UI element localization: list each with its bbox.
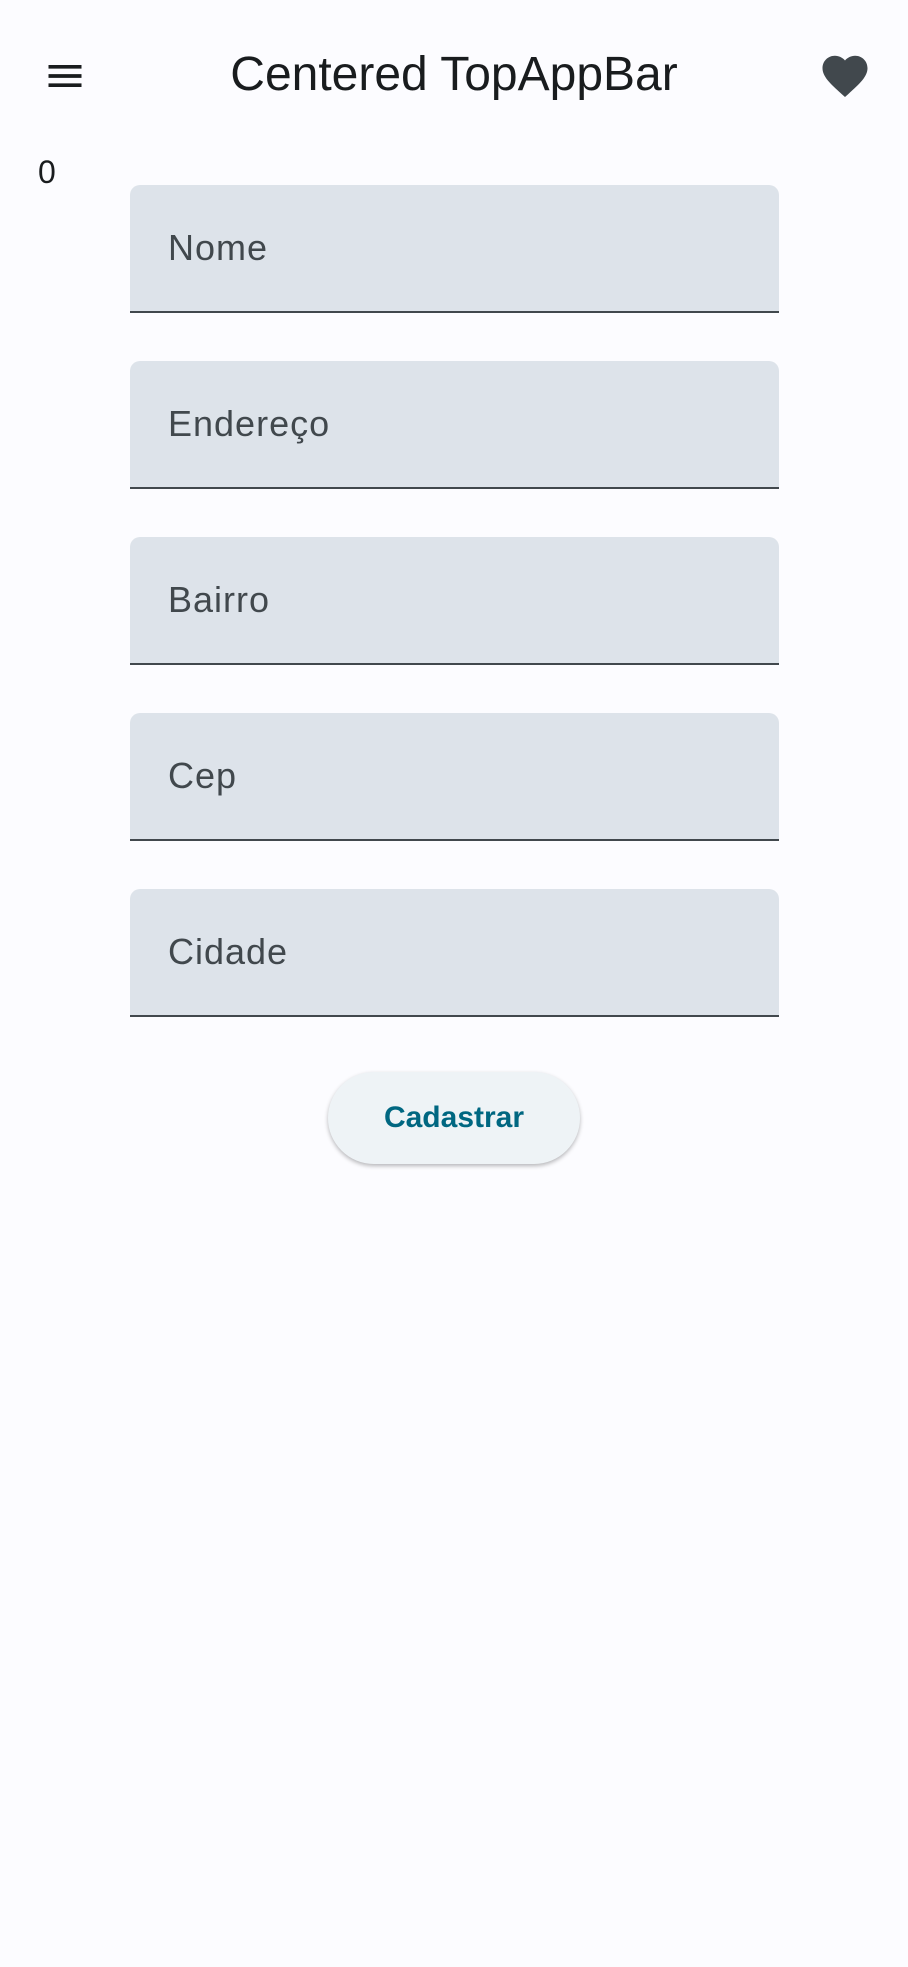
cep-field[interactable]: Cep <box>130 713 779 841</box>
cidade-field[interactable]: Cidade <box>130 889 779 1017</box>
cidade-label: Cidade <box>168 931 289 972</box>
favorite-icon <box>822 55 868 98</box>
bairro-label: Bairro <box>168 579 271 620</box>
favorite-button[interactable] <box>800 36 890 116</box>
screen: Centered TopAppBar 0 Nome Endereço Bairr… <box>0 0 908 1967</box>
app-title: Centered TopAppBar <box>230 48 678 101</box>
endereco-label: Endereço <box>168 403 331 444</box>
nome-field[interactable]: Nome <box>130 185 779 313</box>
bairro-field[interactable]: Bairro <box>130 537 779 665</box>
top-app-bar: Centered TopAppBar <box>0 0 908 150</box>
nome-label: Nome <box>168 227 269 268</box>
cep-label: Cep <box>168 755 238 796</box>
cadastrar-button[interactable]: Cadastrar <box>328 1072 580 1164</box>
menu-icon <box>48 65 82 87</box>
counter-text: 0 <box>38 154 56 190</box>
menu-button[interactable] <box>24 36 106 116</box>
endereco-field[interactable]: Endereço <box>130 361 779 489</box>
